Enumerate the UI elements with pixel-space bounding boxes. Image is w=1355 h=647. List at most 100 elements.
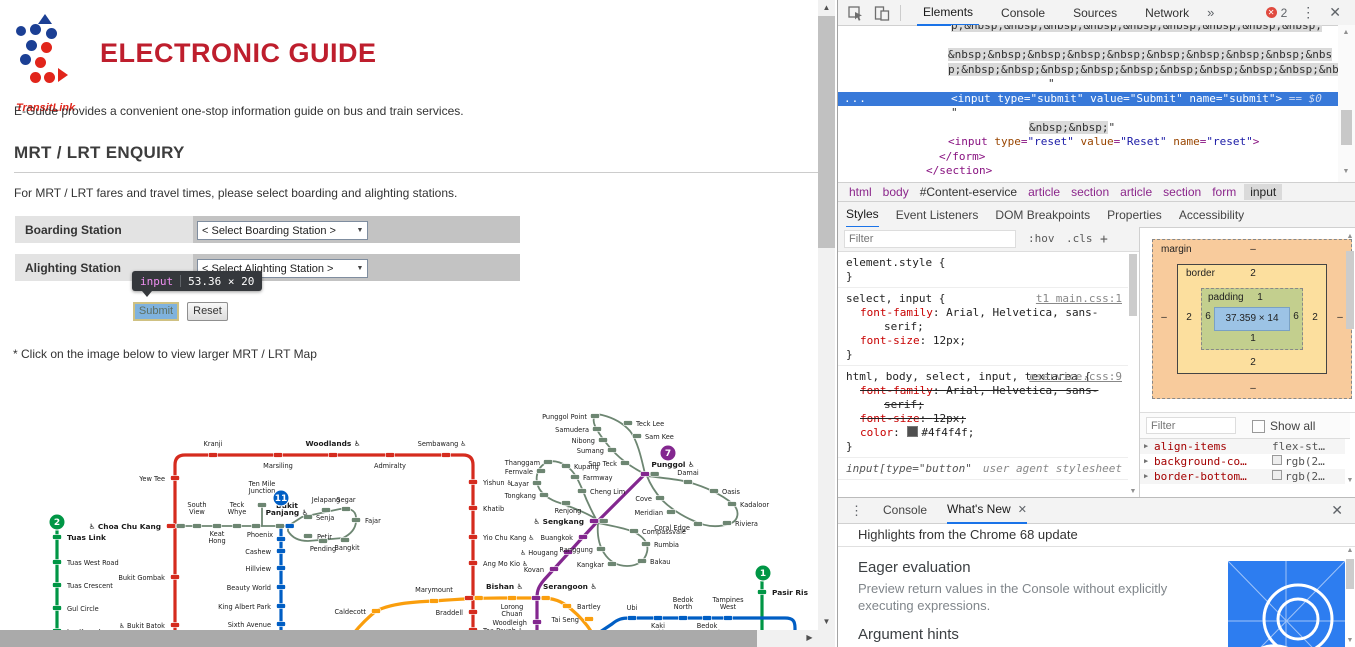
close-drawer-icon[interactable]: ✕ [1331, 502, 1343, 519]
css-property[interactable]: color: #4f4f4f; [846, 426, 1122, 440]
elements-node[interactable]: " [838, 106, 1338, 121]
css-rule[interactable]: select, input {t1 main.css:1 font-family:… [838, 288, 1128, 366]
css-property[interactable]: font-family: Arial, Helvetica, sans-seri… [846, 306, 1122, 334]
tab-accessibility[interactable]: Accessibility [1179, 203, 1244, 227]
stylesheet-link[interactable]: user agent stylesheet [983, 462, 1122, 476]
elements-node[interactable]: &nbsp;&nbsp;&nbsp;&nbsp;&nbsp;&nbsp;&nbs… [838, 48, 1338, 63]
breadcrumb-item[interactable]: section [1163, 185, 1201, 199]
show-all-checkbox[interactable] [1252, 420, 1265, 433]
drawer-scrollbar[interactable]: ▲ ▼ [1344, 547, 1355, 647]
scrollbar-thumb[interactable] [818, 16, 835, 248]
stylesheet-link[interactable]: eservice.css:9 [1029, 370, 1122, 384]
breadcrumb-item[interactable]: form [1212, 185, 1236, 199]
transitlink-logo[interactable]: TransitLink [10, 14, 76, 114]
kebab-menu-icon[interactable]: ⋮ [850, 503, 863, 519]
page-horizontal-scrollbar[interactable]: ▶ [0, 630, 818, 647]
tab-console[interactable]: Console [995, 1, 1051, 25]
map-station-chip [598, 437, 608, 443]
breadcrumb-item[interactable]: section [1071, 185, 1109, 199]
elements-selected-node[interactable]: ... <input type="submit" value="Submit" n… [838, 91, 1338, 107]
map-station-label: Bangkit [334, 544, 360, 552]
css-rule[interactable]: element.style {} [838, 252, 1128, 288]
scrollbar-thumb[interactable] [0, 630, 757, 647]
color-swatch[interactable] [907, 426, 919, 437]
close-devtools-icon[interactable]: ✕ [1329, 4, 1341, 21]
boarding-station-select[interactable]: < Select Boarding Station > ▼ [197, 221, 368, 240]
tab-event-listeners[interactable]: Event Listeners [896, 203, 979, 227]
page-vertical-scrollbar[interactable]: ▲ ▼ [818, 0, 835, 630]
scroll-down-icon[interactable]: ▼ [818, 614, 835, 630]
submit-button[interactable]: Submit [133, 302, 179, 321]
tab-dom-breakpoints[interactable]: DOM Breakpoints [995, 203, 1090, 227]
drawer-tab-whats-new[interactable]: What's New ✕ [947, 498, 1027, 524]
map-station-label: Kangkar [577, 561, 604, 569]
new-rule-icon[interactable]: + [1100, 232, 1108, 247]
disclosure-triangle-icon[interactable]: ▶ [1144, 454, 1148, 469]
tab-network[interactable]: Network [1139, 1, 1195, 25]
scrollbar-thumb[interactable] [1129, 254, 1137, 316]
close-tab-icon[interactable]: ✕ [1015, 504, 1027, 516]
reset-button[interactable]: Reset [187, 302, 228, 321]
disclosure-triangle-icon[interactable]: ▶ [1144, 469, 1148, 484]
css-property[interactable]: font-size: 12px; [846, 334, 1122, 348]
breadcrumb-item[interactable]: body [883, 185, 909, 199]
elements-node[interactable]: p;&nbsp;&nbsp;&nbsp;&nbsp;&nbsp;&nbsp;&n… [838, 25, 1338, 34]
styles-scrollbar[interactable]: ▼ [1127, 252, 1139, 497]
scroll-up-icon[interactable]: ▲ [1344, 233, 1355, 240]
scroll-down-icon[interactable]: ▼ [1127, 488, 1139, 495]
elements-node[interactable]: p;&nbsp;&nbsp;&nbsp;&nbsp;&nbsp;&nbsp;&n… [838, 62, 1338, 78]
css-property[interactable]: font-size: 12px; [846, 412, 1122, 426]
mrt-lrt-map[interactable]: Tuas Link Tuas West Road Tuas Crescent Gul … [40, 390, 817, 647]
scroll-up-icon[interactable]: ▲ [1340, 29, 1352, 36]
css-rule[interactable]: html, body, select, input, textarea {ese… [838, 366, 1128, 458]
elements-node[interactable]: <input type="reset" value="Reset" name="… [838, 135, 1338, 150]
computed-scrollbar[interactable]: ▲ ▼ [1344, 227, 1355, 497]
kebab-menu-icon[interactable]: ⋮ [1301, 4, 1315, 21]
scrollbar-thumb[interactable] [1341, 110, 1352, 145]
css-rule[interactable]: input[type="button" user agent stylesheet [838, 458, 1128, 480]
map-station-label: Bakau [650, 558, 671, 566]
scroll-down-icon[interactable]: ▼ [1344, 637, 1355, 644]
scroll-down-icon[interactable]: ▼ [1340, 168, 1352, 175]
elements-node[interactable] [838, 34, 1338, 49]
hover-toggle[interactable]: :hov [1028, 232, 1055, 245]
breadcrumb-item[interactable]: #Content-eservice [920, 185, 1017, 199]
computed-filter-input[interactable] [1146, 417, 1236, 434]
inspect-element-icon[interactable] [848, 5, 864, 21]
computed-property-row[interactable]: ▶ align-items flex-st… [1140, 439, 1345, 454]
box-model[interactable]: margin – – – – border 2 2 2 2 padding 1 … [1152, 239, 1352, 399]
device-toolbar-icon[interactable] [874, 5, 890, 21]
tab-elements[interactable]: Elements [917, 0, 980, 26]
map-station-label: Cashew [245, 548, 271, 556]
computed-property-row[interactable]: ▶ background-co… rgb(2… [1140, 454, 1345, 469]
scroll-right-icon[interactable]: ▶ [801, 630, 818, 646]
breadcrumb-item[interactable]: article [1028, 185, 1060, 199]
error-badge[interactable]: ✕ 2 [1265, 6, 1287, 20]
css-property[interactable]: font-family: Arial, Helvetica, sans-seri… [846, 384, 1122, 412]
scroll-up-icon[interactable]: ▲ [818, 0, 835, 16]
elements-node[interactable]: </form> [838, 150, 1338, 165]
tab-styles[interactable]: Styles [846, 202, 879, 228]
breadcrumb-item[interactable]: article [1120, 185, 1152, 199]
map-station-chip [532, 480, 542, 486]
elements-node[interactable]: </section> [838, 164, 1338, 179]
scrollbar-thumb[interactable] [1346, 251, 1354, 329]
styles-filter-input[interactable] [844, 230, 1016, 248]
scrollbar-thumb[interactable] [1346, 559, 1354, 589]
class-toggle[interactable]: .cls [1066, 232, 1093, 245]
elements-node[interactable]: &nbsp;&nbsp;" [838, 120, 1338, 136]
disclosure-triangle-icon[interactable]: ▶ [1144, 439, 1148, 454]
drawer-tab-console[interactable]: Console [883, 498, 927, 523]
computed-property-row[interactable]: ▶ border-bottom… rgb(2… [1140, 469, 1345, 484]
elements-scrollbar[interactable]: ▲ ▼ [1338, 25, 1355, 182]
breadcrumb-item[interactable]: input [1244, 184, 1283, 200]
more-tabs-icon[interactable]: » [1207, 5, 1214, 20]
breadcrumb-item[interactable]: html [849, 185, 872, 199]
expand-dots[interactable]: ... [844, 92, 867, 107]
scroll-up-icon[interactable]: ▲ [1344, 547, 1355, 554]
stylesheet-link[interactable]: t1 main.css:1 [1036, 292, 1122, 306]
tab-properties[interactable]: Properties [1107, 203, 1162, 227]
scroll-down-icon[interactable]: ▼ [1344, 477, 1355, 484]
tab-sources[interactable]: Sources [1067, 1, 1123, 25]
elements-node[interactable]: " [838, 77, 1338, 92]
